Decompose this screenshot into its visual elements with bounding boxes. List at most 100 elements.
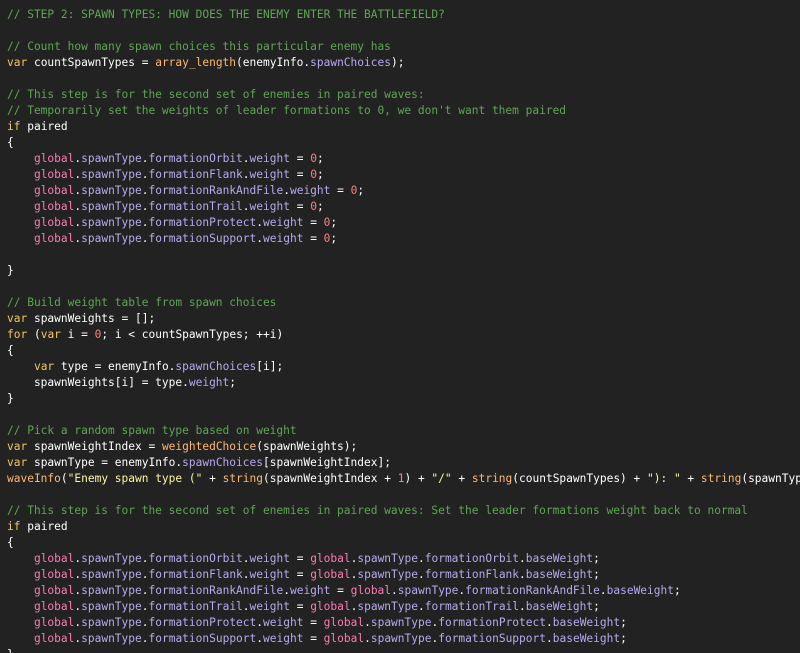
code-token: // Pick a random spawn type based on wei…: [7, 424, 297, 437]
code-token: // Count how many spawn choices this par…: [7, 40, 391, 53]
code-line[interactable]: [7, 279, 800, 295]
code-line[interactable]: var countSpawnTypes = array_length(enemy…: [7, 55, 800, 71]
code-line[interactable]: global.spawnType.formationTrail.weight =…: [7, 599, 800, 615]
code-line[interactable]: var spawnWeightIndex = weightedChoice(sp…: [7, 439, 800, 455]
code-line[interactable]: // STEP 2: SPAWN TYPES: HOW DOES THE ENE…: [7, 7, 800, 23]
code-line[interactable]: // This step is for the second set of en…: [7, 503, 800, 519]
code-token: .: [141, 184, 149, 197]
code-token: // Temporarily set the weights of leader…: [7, 104, 567, 117]
code-line[interactable]: global.spawnType.formationProtect.weight…: [7, 615, 800, 631]
code-line[interactable]: var type = enemyInfo.spawnChoices[i];: [7, 359, 800, 375]
code-token: (spawnType.: [741, 472, 800, 485]
code-token: // This step is for the second set of en…: [7, 88, 425, 101]
code-token: spawnWeightIndex =: [27, 440, 162, 453]
code-token: formationTrail: [148, 600, 243, 613]
code-line[interactable]: var spawnWeights = [];: [7, 311, 800, 327]
code-token: ;: [316, 168, 324, 181]
code-line[interactable]: for (var i = 0; i < countSpawnTypes; ++i…: [7, 327, 800, 343]
code-token: formationRankAndFile: [148, 584, 284, 597]
code-token: global: [33, 568, 75, 581]
code-line[interactable]: if paired: [7, 119, 800, 135]
code-token: ;: [357, 184, 365, 197]
code-token: // This step is for the second set of en…: [7, 504, 748, 517]
code-token: +: [202, 472, 223, 485]
code-line[interactable]: global.spawnType.formationRankAndFile.we…: [7, 583, 800, 599]
code-token: ;: [593, 600, 600, 613]
code-token: global: [33, 168, 75, 181]
code-line[interactable]: // Temporarily set the weights of leader…: [7, 103, 800, 119]
code-token: baseWeight: [552, 632, 621, 645]
code-token: weight: [249, 552, 290, 565]
code-token: var: [7, 56, 28, 69]
code-line[interactable]: global.spawnType.formationTrail.weight =…: [7, 199, 800, 215]
code-line[interactable]: {: [7, 535, 800, 551]
code-token: formationOrbit: [424, 552, 520, 565]
code-token: 0: [310, 200, 317, 213]
code-token: spawnChoices: [175, 360, 257, 373]
code-token: formationFlank: [424, 568, 520, 581]
code-line[interactable]: global.spawnType.formationSupport.weight…: [7, 631, 800, 647]
code-token: spawnType: [81, 600, 142, 613]
code-token: var: [7, 312, 28, 325]
code-line[interactable]: global.spawnType.formationProtect.weight…: [7, 215, 800, 231]
code-line[interactable]: [7, 487, 800, 503]
code-token: "Enemy spawn type (": [67, 472, 203, 485]
code-token: paired: [20, 120, 68, 133]
code-line[interactable]: }: [7, 647, 800, 653]
code-token: .: [141, 152, 149, 165]
code-token: formationProtect: [148, 616, 257, 629]
code-token: spawnChoices: [182, 456, 263, 469]
code-token: =: [289, 568, 311, 581]
code-token: =: [289, 200, 311, 213]
code-line[interactable]: if paired: [7, 519, 800, 535]
code-token: {: [7, 536, 14, 549]
code-line[interactable]: [7, 23, 800, 39]
code-token: ;: [229, 376, 237, 389]
code-token: global: [33, 584, 75, 597]
code-line[interactable]: // Build weight table from spawn choices: [7, 295, 800, 311]
code-line[interactable]: [7, 407, 800, 423]
code-token: .: [364, 616, 371, 629]
code-line[interactable]: var spawnType = enemyInfo.spawnChoices[s…: [7, 455, 800, 471]
code-editor[interactable]: // STEP 2: SPAWN TYPES: HOW DOES THE ENE…: [0, 0, 800, 653]
code-line[interactable]: // Pick a random spawn type based on wei…: [7, 423, 800, 439]
code-line[interactable]: global.spawnType.formationOrbit.weight =…: [7, 151, 800, 167]
code-line[interactable]: global.spawnType.formationSupport.weight…: [7, 231, 800, 247]
code-line[interactable]: waveInfo("Enemy spawn type (" + string(s…: [7, 471, 800, 487]
code-line[interactable]: [7, 247, 800, 263]
code-line[interactable]: global.spawnType.formationFlank.weight =…: [7, 567, 800, 583]
code-token: =: [289, 552, 311, 565]
code-line[interactable]: [7, 71, 800, 87]
code-token: spawnType: [357, 600, 418, 613]
code-token: // Build weight table from spawn choices: [7, 296, 277, 309]
code-line[interactable]: }: [7, 391, 800, 407]
code-token: );: [390, 56, 405, 69]
code-line[interactable]: global.spawnType.formationFlank.weight =…: [7, 167, 800, 183]
code-token: var: [40, 328, 61, 341]
code-token: string: [471, 472, 513, 485]
code-line[interactable]: }: [7, 263, 800, 279]
code-line[interactable]: {: [7, 343, 800, 359]
code-line[interactable]: {: [7, 135, 800, 151]
code-token: spawnType: [370, 632, 432, 645]
code-token: .: [141, 216, 149, 229]
code-line[interactable]: global.spawnType.formationRankAndFile.we…: [7, 183, 800, 199]
code-token: spawnType = enemyInfo.: [27, 456, 183, 469]
code-line[interactable]: spawnWeights[i] = type.weight;: [7, 375, 800, 391]
code-token: [spawnWeightIndex];: [262, 456, 391, 469]
code-token: =: [289, 168, 311, 181]
code-token: .: [242, 552, 250, 565]
code-token: spawnType: [370, 616, 432, 629]
code-line[interactable]: global.spawnType.formationOrbit.weight =…: [7, 551, 800, 567]
code-token: +: [680, 472, 701, 485]
code-line[interactable]: // Count how many spawn choices this par…: [7, 39, 800, 55]
code-line[interactable]: // This step is for the second set of en…: [7, 87, 800, 103]
code-token: "): ": [647, 472, 681, 485]
code-token: global: [310, 568, 351, 581]
